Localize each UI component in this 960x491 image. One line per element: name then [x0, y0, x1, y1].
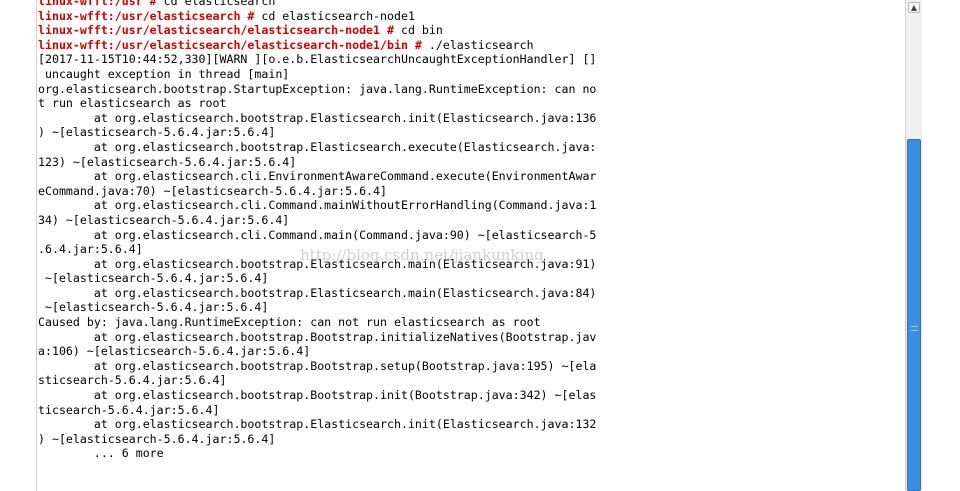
output-line: uncaught exception in thread [main] [38, 67, 904, 82]
output-line: org.elasticsearch.bootstrap.StartupExcep… [38, 82, 904, 97]
chevron-up-icon: ▲ [910, 3, 918, 12]
output-line: .6.4.jar:5.6.4] [38, 242, 904, 257]
output-text: at org.elasticsearch.bootstrap.Bootstrap… [38, 358, 597, 373]
output-text: at org.elasticsearch.bootstrap.Elasticse… [38, 139, 597, 154]
output-line: at org.elasticsearch.bootstrap.Elasticse… [38, 140, 904, 155]
output-text: uncaught exception in thread [main] [38, 66, 290, 81]
output-line: [2017-11-15T10:44:52,330][WARN ][o.e.b.E… [38, 52, 904, 67]
output-text: ~[elasticsearch-5.6.4.jar:5.6.4] [38, 300, 269, 315]
output-text: at org.elasticsearch.cli.EnvironmentAwar… [38, 169, 597, 184]
output-line: ~[elasticsearch-5.6.4.jar:5.6.4] [38, 300, 904, 315]
shell-prompt: linux-wfft:/usr # [38, 0, 157, 8]
command-line: linux-wfft:/usr/elasticsearch/elasticsea… [38, 23, 904, 38]
output-line: ) ~[elasticsearch-5.6.4.jar:5.6.4] [38, 125, 904, 140]
shell-command: ./elasticsearch [421, 37, 534, 52]
output-line: at org.elasticsearch.bootstrap.Bootstrap… [38, 359, 904, 374]
output-line: at org.elasticsearch.cli.Command.main(Co… [38, 228, 904, 243]
scrollbar-thumb[interactable] [907, 139, 921, 491]
output-text: t run elasticsearch as root [38, 96, 227, 111]
shell-prompt: linux-wfft:/usr/elasticsearch/elasticsea… [38, 37, 422, 52]
output-text: ) ~[elasticsearch-5.6.4.jar:5.6.4] [38, 431, 276, 446]
output-text: eCommand.java:70) ~[elasticsearch-5.6.4.… [38, 183, 388, 198]
output-line: eCommand.java:70) ~[elasticsearch-5.6.4.… [38, 184, 904, 199]
shell-command: cd elasticsearch-node1 [254, 8, 415, 23]
output-text: ) ~[elasticsearch-5.6.4.jar:5.6.4] [38, 125, 276, 140]
command-line: linux-wfft:/usr/elasticsearch/elasticsea… [38, 38, 904, 53]
output-line: sticsearch-5.6.4.jar:5.6.4] [38, 373, 904, 388]
output-text: 34) ~[elasticsearch-5.6.4.jar:5.6.4] [38, 212, 290, 227]
terminal-output[interactable]: linux-wfft:/usr # cd elasticsearch linux-… [38, 0, 904, 461]
output-line: Caused by: java.lang.RuntimeException: c… [38, 315, 904, 330]
output-line: 34) ~[elasticsearch-5.6.4.jar:5.6.4] [38, 213, 904, 228]
output-line: ~[elasticsearch-5.6.4.jar:5.6.4] [38, 271, 904, 286]
output-text: 123) ~[elasticsearch-5.6.4.jar:5.6.4] [38, 154, 297, 169]
output-text: sticsearch-5.6.4.jar:5.6.4] [38, 373, 227, 388]
output-text: org.elasticsearch.bootstrap.StartupExcep… [38, 81, 597, 96]
output-line: at org.elasticsearch.bootstrap.Elasticse… [38, 286, 904, 301]
shell-command: cd bin [393, 23, 443, 38]
output-text: ticsearch-5.6.4.jar:5.6.4] [38, 402, 220, 417]
output-text: at org.elasticsearch.bootstrap.Elasticse… [38, 110, 597, 125]
output-line: t run elasticsearch as root [38, 96, 904, 111]
output-line: a:106) ~[elasticsearch-5.6.4.jar:5.6.4] [38, 344, 904, 359]
output-text: ~[elasticsearch-5.6.4.jar:5.6.4] [38, 271, 269, 286]
output-text: at org.elasticsearch.cli.Command.mainWit… [38, 198, 597, 213]
shell-prompt: linux-wfft:/usr/elasticsearch/elasticsea… [38, 23, 394, 38]
output-text: a:106) ~[elasticsearch-5.6.4.jar:5.6.4] [38, 344, 311, 359]
vertical-scrollbar[interactable]: ▲ [905, 0, 922, 491]
screen: linux-wfft:/usr # cd elasticsearch linux-… [0, 0, 960, 491]
shell-command: cd elasticsearch [156, 0, 276, 8]
scroll-up-button[interactable]: ▲ [908, 2, 920, 13]
output-text: at org.elasticsearch.bootstrap.Elasticse… [38, 285, 597, 300]
output-line: ) ~[elasticsearch-5.6.4.jar:5.6.4] [38, 432, 904, 447]
output-text: at org.elasticsearch.bootstrap.Bootstrap… [38, 388, 597, 403]
output-line: ... 6 more [38, 446, 904, 461]
output-text: [2017-11-15T10:44:52,330][WARN ][o.e.b.E… [38, 52, 597, 67]
output-text: at org.elasticsearch.cli.Command.main(Co… [38, 227, 597, 242]
output-text: ... 6 more [38, 446, 164, 461]
output-line: at org.elasticsearch.cli.EnvironmentAwar… [38, 169, 904, 184]
output-text: at org.elasticsearch.bootstrap.Elasticse… [38, 417, 597, 432]
command-line: linux-wfft:/usr # cd elasticsearch [38, 0, 904, 9]
output-text: Caused by: java.lang.RuntimeException: c… [38, 315, 541, 330]
output-text: .6.4.jar:5.6.4] [38, 242, 143, 257]
output-line: 123) ~[elasticsearch-5.6.4.jar:5.6.4] [38, 155, 904, 170]
output-line: at org.elasticsearch.cli.Command.mainWit… [38, 198, 904, 213]
shell-prompt: linux-wfft:/usr/elasticsearch # [38, 8, 255, 23]
output-text: at org.elasticsearch.bootstrap.Bootstrap… [38, 329, 597, 344]
output-line: at org.elasticsearch.bootstrap.Bootstrap… [38, 330, 904, 345]
output-line: at org.elasticsearch.bootstrap.Elasticse… [38, 417, 904, 432]
output-text: at org.elasticsearch.bootstrap.Elasticse… [38, 256, 597, 271]
output-line: ticsearch-5.6.4.jar:5.6.4] [38, 403, 904, 418]
grip-icon [911, 326, 918, 331]
output-line: at org.elasticsearch.bootstrap.Elasticse… [38, 257, 904, 272]
output-line: at org.elasticsearch.bootstrap.Bootstrap… [38, 388, 904, 403]
output-line: at org.elasticsearch.bootstrap.Elasticse… [38, 111, 904, 126]
command-line: linux-wfft:/usr/elasticsearch # cd elast… [38, 9, 904, 24]
